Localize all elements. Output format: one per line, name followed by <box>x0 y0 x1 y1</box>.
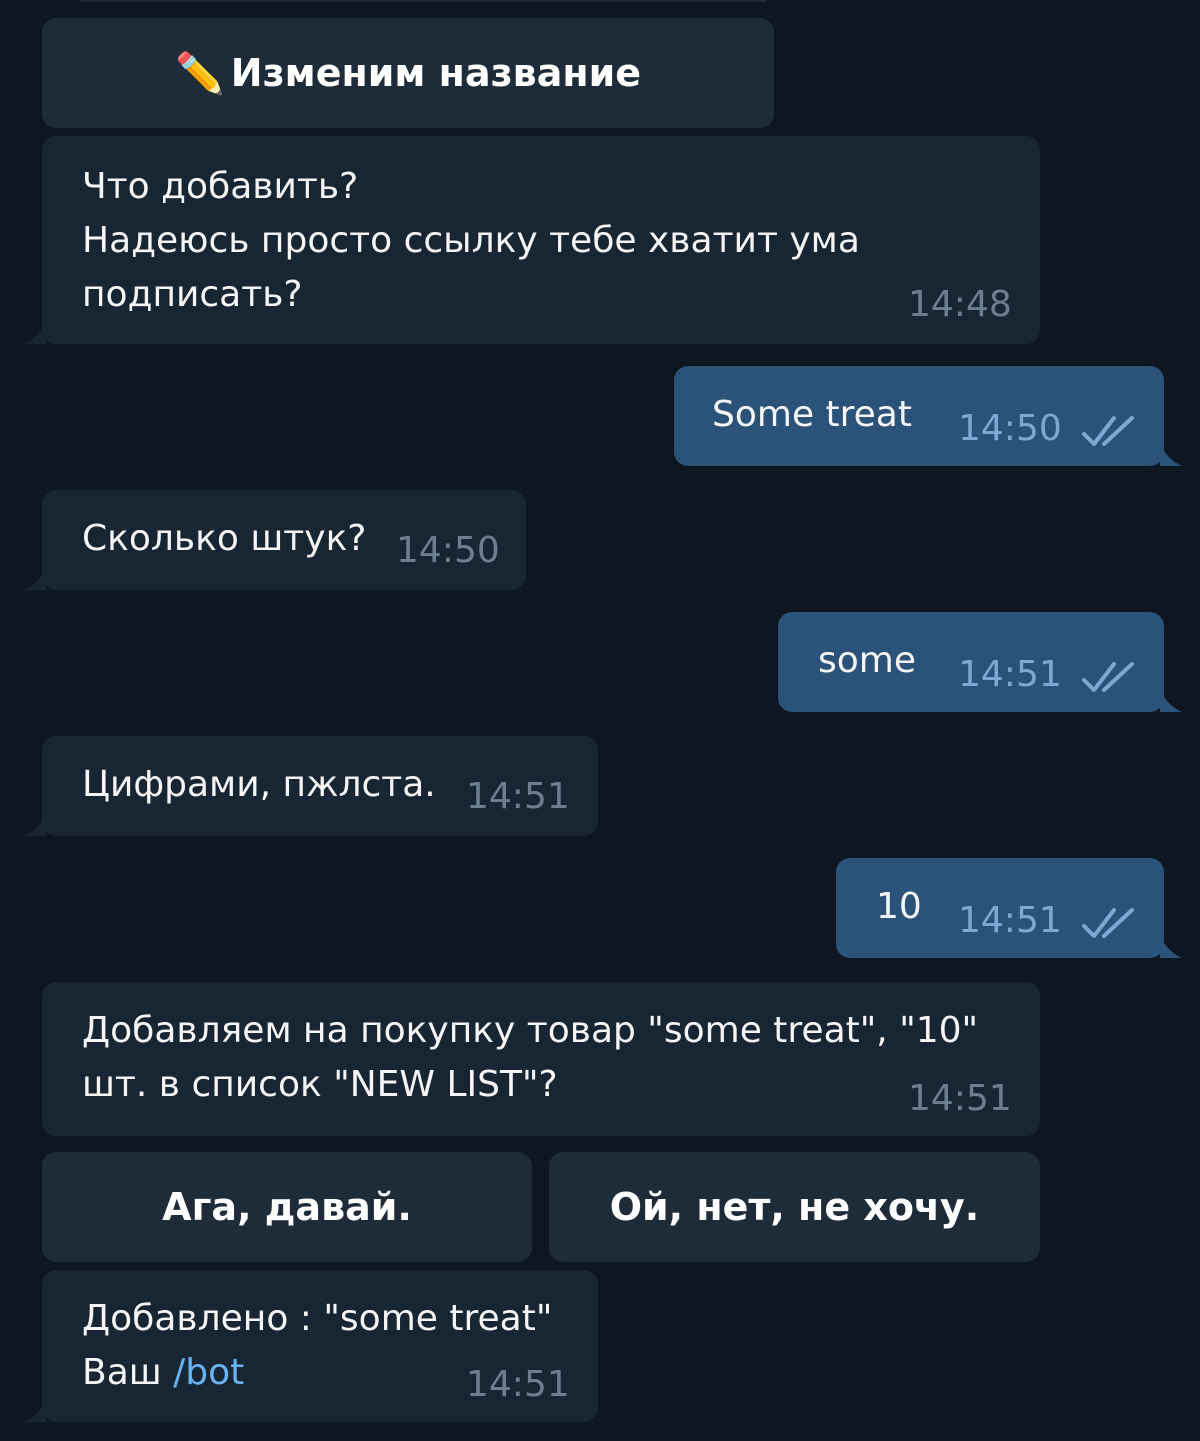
double-check-icon <box>1082 662 1134 692</box>
bubble-tail <box>1160 690 1182 712</box>
message-time: 14:51 <box>466 1364 570 1405</box>
message-text: Что добавить? Надеюсь просто ссылку тебе… <box>82 166 860 315</box>
message-outgoing: 10 14:51 <box>836 858 1182 958</box>
previous-keyboard-edge <box>80 0 766 2</box>
message-time: 14:51 <box>908 1078 1012 1119</box>
message-outgoing: Some treat 14:50 <box>674 366 1182 466</box>
rename-button[interactable]: ✏️ Изменим название <box>42 18 774 128</box>
confirm-no-button[interactable]: Ой, нет, не хочу. <box>549 1152 1040 1262</box>
bubble-tail <box>1160 444 1182 466</box>
message-time: 14:51 <box>958 654 1062 695</box>
message-incoming: Добавлено : "some treat" Ваш /bot 14:51 <box>24 1270 598 1422</box>
bubble-tail <box>24 322 46 344</box>
bubble-tail <box>24 568 46 590</box>
message-time: 14:51 <box>958 900 1062 941</box>
message-incoming: Добавляем на покупку товар "some treat",… <box>42 982 1040 1136</box>
message-text: some <box>818 640 916 681</box>
message-text: Some treat <box>712 394 912 435</box>
message-text: Добавляем на покупку товар "some treat",… <box>82 1010 979 1105</box>
message-incoming: Что добавить? Надеюсь просто ссылку тебе… <box>24 136 1040 344</box>
message-time: 14:50 <box>396 530 500 571</box>
message-time: 14:48 <box>908 284 1012 325</box>
message-incoming: Сколько штук? 14:50 <box>24 490 526 590</box>
pencil-icon: ✏️ <box>174 50 225 97</box>
message-time: 14:50 <box>958 408 1062 449</box>
rename-button-label: Изменим название <box>230 51 642 95</box>
confirm-yes-button[interactable]: Ага, давай. <box>42 1152 532 1262</box>
bot-command-link[interactable]: /bot <box>173 1352 244 1393</box>
message-text: Сколько штук? <box>82 518 367 559</box>
double-check-icon <box>1082 908 1134 938</box>
confirm-no-label: Ой, нет, не хочу. <box>609 1185 980 1229</box>
message-text: Цифрами, пжлста. <box>82 764 436 805</box>
bubble-tail <box>24 1400 46 1422</box>
message-time: 14:51 <box>466 776 570 817</box>
message-text: 10 <box>876 886 922 927</box>
message-outgoing: some 14:51 <box>778 612 1182 712</box>
confirm-yes-label: Ага, давай. <box>162 1185 412 1229</box>
bubble-tail <box>1160 936 1182 958</box>
double-check-icon <box>1082 416 1134 446</box>
message-incoming: Цифрами, пжлста. 14:51 <box>24 736 598 836</box>
bubble-tail <box>24 814 46 836</box>
